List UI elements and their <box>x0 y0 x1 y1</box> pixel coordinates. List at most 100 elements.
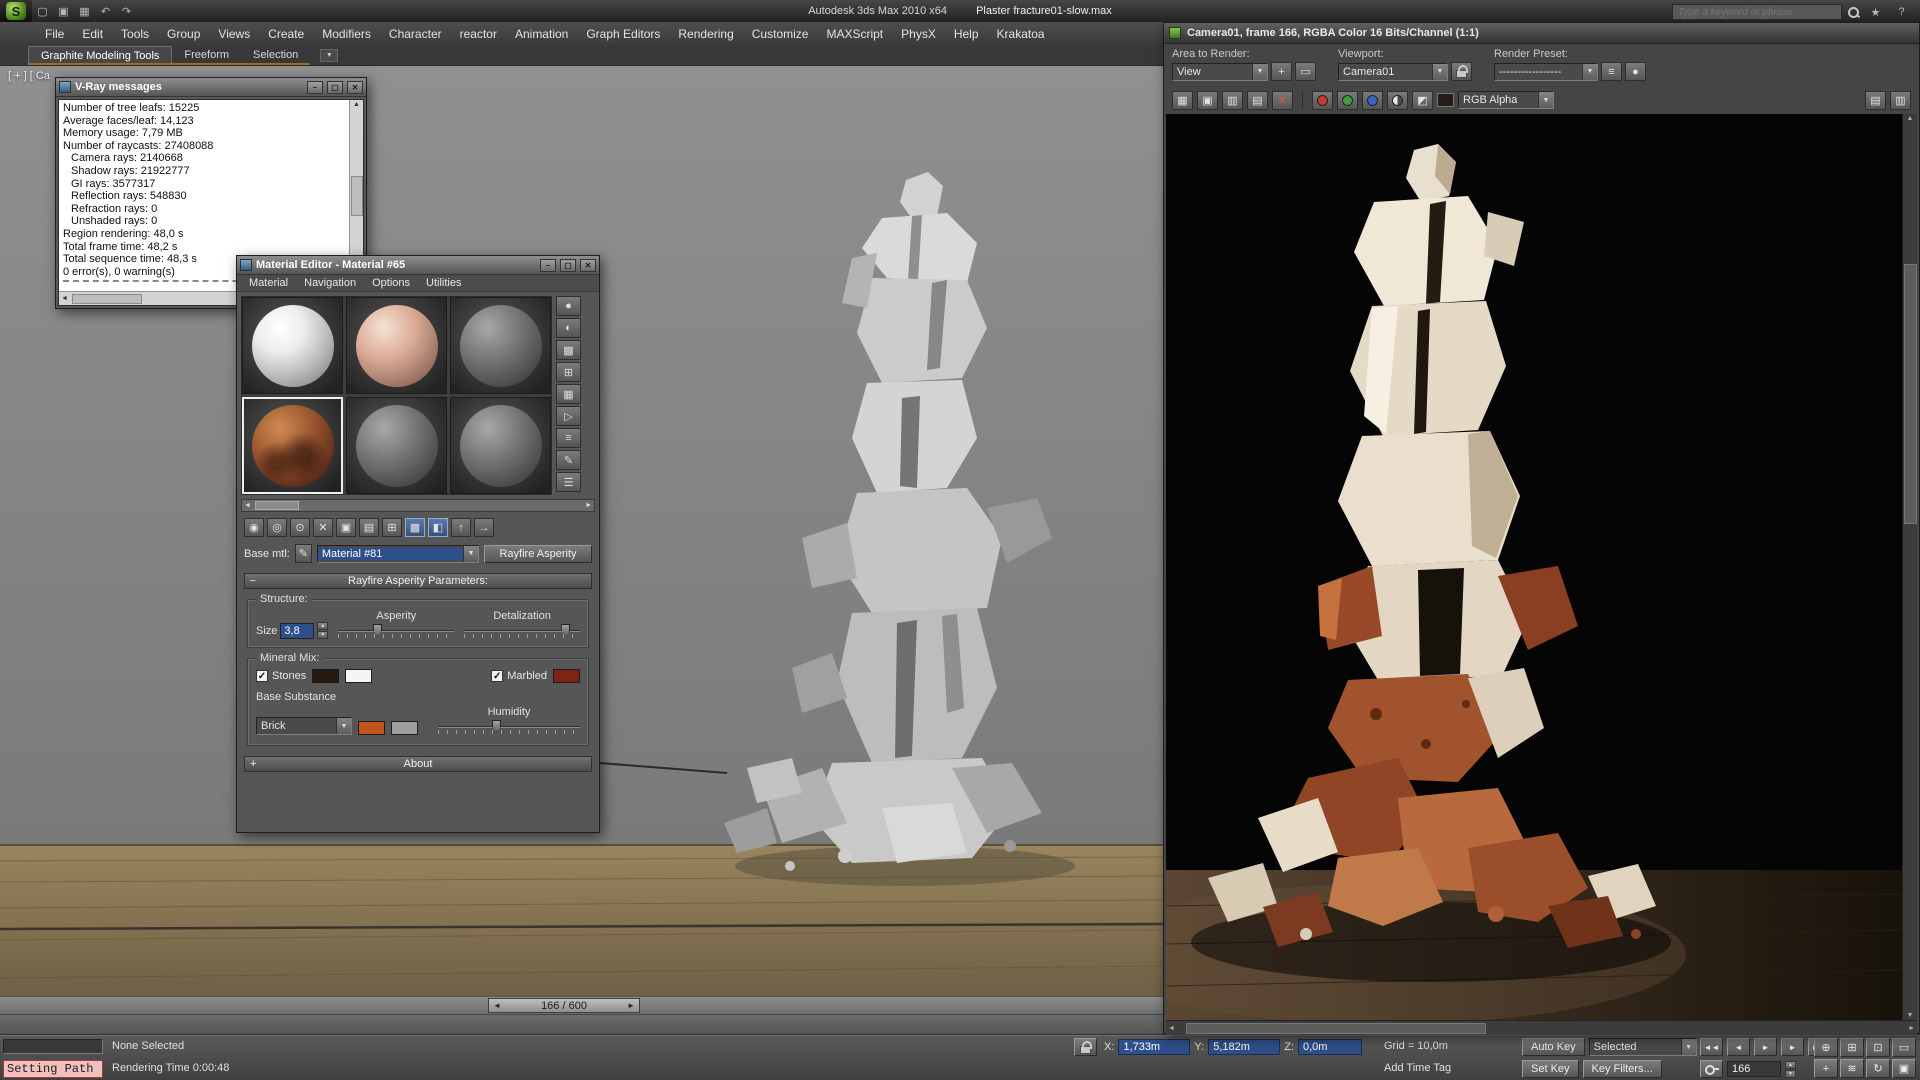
time-slider-thumb[interactable]: ◄ 166 / 600 ► <box>488 998 640 1013</box>
render-setup-icon[interactable]: ≡ <box>1601 62 1622 81</box>
menu-modifiers[interactable]: Modifiers <box>313 22 380 46</box>
substance-color1-swatch[interactable] <box>358 721 385 735</box>
menu-material[interactable]: Material <box>241 277 296 289</box>
track-bar[interactable] <box>0 1014 1163 1035</box>
set-key-button[interactable]: Set Key <box>1522 1060 1579 1078</box>
key-filters-button[interactable]: Key Filters... <box>1583 1060 1662 1078</box>
reset-map-icon[interactable]: ✕ <box>313 518 333 537</box>
save-file-icon[interactable]: ▦ <box>74 1 95 21</box>
menu-options[interactable]: Options <box>364 277 418 289</box>
close-icon[interactable]: ✕ <box>580 259 596 272</box>
menu-character[interactable]: Character <box>380 22 451 46</box>
stones-color1-swatch[interactable] <box>312 669 339 683</box>
red-channel-icon[interactable] <box>1312 91 1333 110</box>
scroll-up-icon[interactable]: ▲ <box>353 101 360 108</box>
menu-edit[interactable]: Edit <box>73 22 112 46</box>
backlight-icon[interactable]: ◐ <box>556 318 581 338</box>
render-vertical-scrollbar[interactable]: ▲ ▼ <box>1902 114 1917 1020</box>
frame-up-icon[interactable]: ▲ <box>1785 1061 1796 1069</box>
menu-tools[interactable]: Tools <box>112 22 158 46</box>
go-to-start-button[interactable]: ◄◄ <box>1700 1038 1723 1056</box>
marbled-color-swatch[interactable] <box>553 669 580 683</box>
scroll-up-icon[interactable]: ▲ <box>1907 115 1914 122</box>
assign-material-icon[interactable]: ⊙ <box>290 518 310 537</box>
color-check-icon[interactable]: ▦ <box>556 384 581 404</box>
redo-icon[interactable]: ↷ <box>116 1 137 21</box>
go-forward-icon[interactable]: → <box>474 518 494 537</box>
scroll-right-icon[interactable]: ► <box>585 502 592 509</box>
tab-graphite-modeling-tools[interactable]: Graphite Modeling Tools <box>28 46 172 63</box>
render-horizontal-scrollbar[interactable]: ◄ ► <box>1166 1020 1917 1035</box>
stones-color2-swatch[interactable] <box>345 669 372 683</box>
layout-toggle-b-icon[interactable]: ▥ <box>1890 91 1911 110</box>
channel-display-dropdown[interactable]: RGB Alpha ▼ <box>1458 91 1554 109</box>
select-by-material-icon[interactable]: ✎ <box>556 450 581 470</box>
next-frame-icon[interactable]: ► <box>627 1001 635 1010</box>
asperity-slider[interactable] <box>338 623 454 639</box>
material-slot[interactable] <box>242 297 343 394</box>
maximize-viewport-icon[interactable]: ▣ <box>1892 1059 1916 1078</box>
undo-icon[interactable]: ↶ <box>95 1 116 21</box>
lock-viewport-icon[interactable] <box>1451 62 1472 81</box>
render-button-icon[interactable]: ● <box>1625 62 1646 81</box>
detalization-slider[interactable] <box>464 623 580 639</box>
sample-slots-scrollbar[interactable]: ◄ ► <box>241 499 595 512</box>
y-coordinate-field[interactable]: 5,182m <box>1208 1039 1280 1055</box>
humidity-slider[interactable] <box>438 719 580 735</box>
make-preview-icon[interactable]: ▷ <box>556 406 581 426</box>
sample-type-icon[interactable]: ● <box>556 296 581 316</box>
ribbon-minimize-icon[interactable]: ▼ <box>320 49 338 62</box>
zoom-icon[interactable]: ⊕ <box>1814 1038 1838 1057</box>
selection-lock-toggle[interactable] <box>1074 1038 1097 1056</box>
menu-customize[interactable]: Customize <box>743 22 818 46</box>
alpha-channel-icon[interactable]: ◩ <box>1412 91 1433 110</box>
new-scene-icon[interactable]: ▢ <box>32 1 53 21</box>
menu-help[interactable]: Help <box>945 22 988 46</box>
print-image-icon[interactable]: ▤ <box>1247 91 1268 110</box>
clone-window-icon[interactable]: ▥ <box>1222 91 1243 110</box>
walk-through-icon[interactable]: ≋ <box>1840 1059 1864 1078</box>
menu-file[interactable]: File <box>36 22 73 46</box>
menu-physx[interactable]: PhysX <box>892 22 945 46</box>
go-to-parent-icon[interactable]: ↑ <box>451 518 471 537</box>
z-coordinate-field[interactable]: 0,0m <box>1298 1039 1362 1055</box>
menu-navigation[interactable]: Navigation <box>296 277 364 289</box>
scroll-left-icon[interactable]: ◄ <box>244 502 251 509</box>
key-mode-toggle[interactable] <box>1700 1060 1723 1078</box>
menu-animation[interactable]: Animation <box>506 22 577 46</box>
spin-down-icon[interactable]: ▼ <box>317 631 328 639</box>
help-icon[interactable]: ? <box>1891 2 1912 22</box>
stones-checkbox[interactable]: ✓ Stones <box>256 670 306 682</box>
effects-channel-icon[interactable]: ⊞ <box>382 518 402 537</box>
previous-frame-button[interactable]: ◄ <box>1727 1038 1750 1056</box>
marbled-checkbox[interactable]: ✓ Marbled <box>491 670 547 682</box>
size-field[interactable]: 3,8 <box>280 623 314 639</box>
scrollbar-thumb[interactable] <box>72 294 142 304</box>
monochrome-channel-icon[interactable] <box>1387 91 1408 110</box>
show-map-in-viewport-icon[interactable]: ▩ <box>405 518 425 537</box>
spin-up-icon[interactable]: ▲ <box>317 622 328 630</box>
auto-key-button[interactable]: Auto Key <box>1522 1038 1585 1056</box>
menu-krakatoa[interactable]: Krakatoa <box>988 22 1054 46</box>
menu-group[interactable]: Group <box>158 22 209 46</box>
put-to-library-icon[interactable]: ▤ <box>359 518 379 537</box>
close-icon[interactable]: ✕ <box>347 81 363 94</box>
make-unique-icon[interactable]: ▣ <box>336 518 356 537</box>
orbit-icon[interactable]: ↻ <box>1866 1059 1890 1078</box>
material-type-button[interactable]: Rayfire Asperity <box>484 545 592 563</box>
menu-reactor[interactable]: reactor <box>451 22 506 46</box>
base-substance-dropdown[interactable]: Brick ▼ <box>256 717 352 735</box>
scroll-left-icon[interactable]: ◄ <box>61 295 68 302</box>
material-slot[interactable] <box>346 397 447 494</box>
viewport-label[interactable]: [ + ] [ Ca <box>8 70 50 82</box>
get-material-icon[interactable]: ◉ <box>244 518 264 537</box>
material-slot[interactable] <box>450 397 551 494</box>
selection-set-dropdown[interactable]: Selected ▼ <box>1589 1038 1697 1056</box>
material-slot-active[interactable] <box>242 397 343 494</box>
clear-image-icon[interactable]: ✕ <box>1272 91 1293 110</box>
prev-frame-icon[interactable]: ◄ <box>493 1001 501 1010</box>
favorites-star-icon[interactable]: ★ <box>1865 2 1886 22</box>
frame-down-icon[interactable]: ▼ <box>1785 1070 1796 1078</box>
scroll-left-icon[interactable]: ◄ <box>1168 1025 1175 1032</box>
x-coordinate-field[interactable]: 1,733m <box>1118 1039 1190 1055</box>
